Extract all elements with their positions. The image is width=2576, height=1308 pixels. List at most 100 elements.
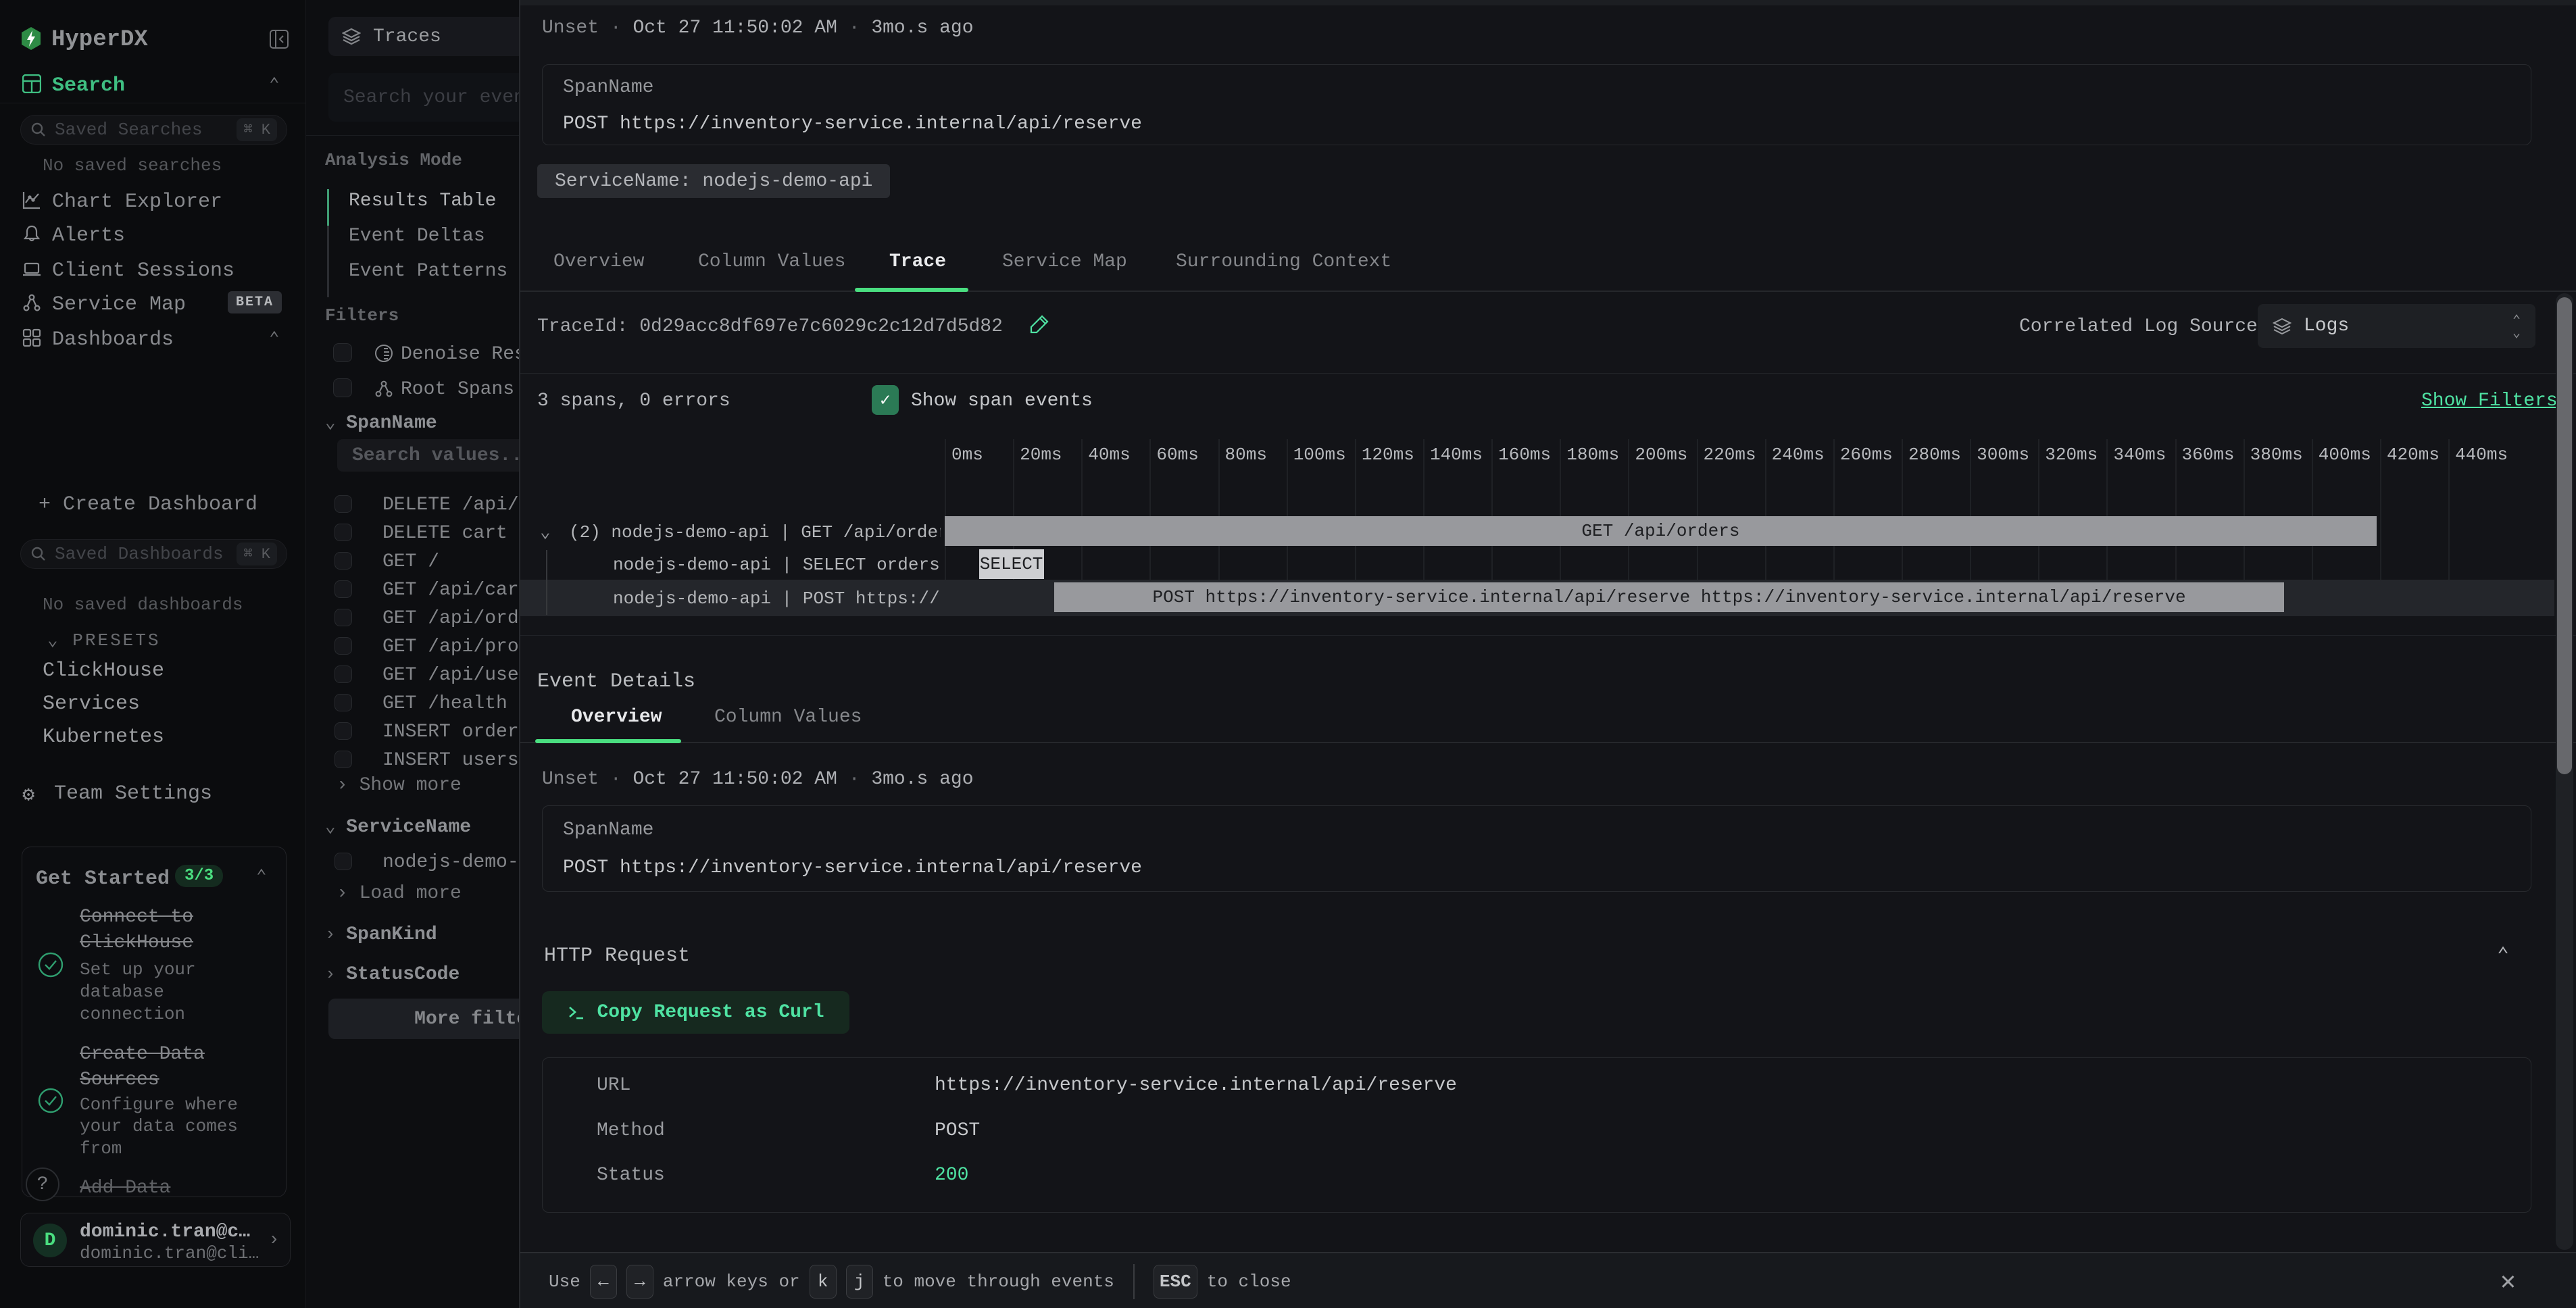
tab-details-column-values[interactable]: Column Values — [714, 707, 862, 728]
value-checkbox[interactable] — [335, 524, 352, 541]
service-tag[interactable]: ServiceName: nodejs-demo-api — [537, 164, 890, 198]
span-name-search-input[interactable]: Search values... — [337, 439, 519, 472]
tab-details-overview[interactable]: Overview — [571, 707, 662, 728]
filter-value-row[interactable]: INSERT users — [306, 747, 519, 775]
chevron-up-icon[interactable]: ⌃ — [269, 74, 280, 95]
span-bar-post-reserve[interactable]: POST https://inventory-service.internal/… — [1054, 582, 2285, 612]
filter-value-row[interactable]: GET /api/orders — [306, 605, 519, 633]
chevron-up-icon[interactable]: ⌃ — [256, 866, 267, 887]
log-source-select[interactable]: Logs ⌃⌃ — [2258, 304, 2535, 348]
mode-event-deltas[interactable]: Event Deltas — [349, 226, 485, 247]
scrollbar-thumb[interactable] — [2557, 297, 2572, 774]
layers-icon — [2273, 317, 2292, 336]
arrow-left-key: ← — [590, 1265, 617, 1299]
value-checkbox[interactable] — [335, 694, 352, 711]
value-checkbox[interactable] — [335, 495, 352, 513]
beta-badge: BETA — [228, 291, 282, 313]
shortcut-badge: ⌘ K — [237, 543, 277, 565]
service-checkbox[interactable] — [335, 853, 352, 870]
span-bar-get-orders[interactable]: GET /api/orders — [945, 516, 2377, 546]
sidebar-item-service-map[interactable]: Service Map — [52, 293, 186, 316]
collapse-sidebar-icon[interactable] — [270, 30, 289, 52]
copy-curl-button[interactable]: Copy Request as Curl — [542, 991, 849, 1034]
value-checkbox[interactable] — [335, 637, 352, 655]
expand-chevron-icon[interactable]: ⌄ — [540, 522, 551, 543]
saved-searches-input[interactable]: Saved Searches ⌘ K — [20, 115, 287, 145]
root-spans-checkbox[interactable] — [333, 378, 352, 397]
filter-value-row[interactable]: GET /health — [306, 690, 519, 718]
sidebar-item-chart-explorer[interactable]: Chart Explorer — [52, 191, 222, 213]
help-icon[interactable]: ? — [26, 1167, 59, 1201]
value-label: GET /health — [382, 693, 507, 714]
span-row-label[interactable]: nodejs-demo-api | POST https://invento — [613, 588, 941, 609]
sidebar-item-team-settings[interactable]: Team Settings — [54, 782, 212, 805]
filter-value-row[interactable]: GET /api/users — [306, 661, 519, 690]
value-checkbox[interactable] — [335, 552, 352, 570]
event-search-input[interactable]: Search your event — [328, 73, 519, 122]
filter-value-row[interactable]: DELETE /api/cart — [306, 491, 519, 520]
tab-overview[interactable]: Overview — [553, 251, 644, 272]
preset-clickhouse[interactable]: ClickHouse — [43, 659, 164, 682]
span-row-label[interactable]: (2) nodejs-demo-api | GET /api/orders — [569, 522, 941, 543]
collapse-section-icon[interactable]: ⌃ — [2497, 943, 2509, 968]
footer-text: to close — [1207, 1272, 1291, 1292]
preset-kubernetes[interactable]: Kubernetes — [43, 726, 164, 749]
value-checkbox[interactable] — [335, 665, 352, 683]
value-checkbox[interactable] — [335, 722, 352, 740]
value-checkbox[interactable] — [335, 580, 352, 598]
show-more-link[interactable]: › Show more — [337, 775, 462, 796]
search-icon — [30, 122, 47, 138]
sidebar-item-client-sessions[interactable]: Client Sessions — [52, 259, 234, 282]
close-icon[interactable]: ✕ — [2500, 1265, 2516, 1297]
source-selector[interactable]: Traces — [328, 17, 519, 56]
create-dashboard-button[interactable]: + Create Dashboard — [39, 493, 257, 516]
tab-service-map[interactable]: Service Map — [1002, 251, 1127, 272]
tab-trace[interactable]: Trace — [889, 251, 946, 272]
saved-dashboards-input[interactable]: Saved Dashboards ⌘ K — [20, 539, 287, 569]
step-title: Add Data — [80, 1178, 170, 1199]
preset-services[interactable]: Services — [43, 693, 140, 715]
presets-toggle[interactable]: ⌄ PRESETS — [47, 630, 160, 651]
group-span-kind[interactable]: › SpanKind — [325, 924, 437, 945]
step-desc: connection — [80, 1004, 185, 1024]
copy-curl-label: Copy Request as Curl — [597, 1002, 824, 1023]
span-row-label[interactable]: nodejs-demo-api | SELECT orders — [613, 555, 940, 575]
show-span-events-checkbox[interactable]: ✓ — [872, 385, 899, 415]
group-status-code[interactable]: › StatusCode — [325, 964, 460, 985]
chevron-right-icon: › — [325, 924, 346, 945]
denoise-label[interactable]: Denoise Results — [401, 344, 519, 365]
get-started-card: Get Started 3/3 ⌃ Connect to ClickHouse … — [22, 847, 287, 1197]
sidebar-item-search[interactable]: Search — [52, 74, 125, 97]
user-card[interactable]: D dominic.tran@c… dominic.tran@cli… › — [20, 1213, 291, 1267]
filter-value-row[interactable]: GET /api/cart — [306, 576, 519, 605]
value-checkbox[interactable] — [335, 609, 352, 626]
show-filters-link[interactable]: Show Filters — [2421, 391, 2558, 411]
sidebar-item-alerts[interactable]: Alerts — [52, 224, 125, 247]
chevron-up-icon[interactable]: ⌃ — [269, 328, 280, 349]
value-label: INSERT users — [382, 750, 519, 771]
tab-surrounding-context[interactable]: Surrounding Context — [1176, 251, 1391, 272]
group-service-name[interactable]: ⌄ ServiceName — [325, 816, 471, 838]
show-span-events-label[interactable]: Show span events — [911, 391, 1093, 411]
load-more-link[interactable]: › Load more — [337, 883, 462, 904]
service-value-label[interactable]: nodejs-demo-api — [382, 852, 519, 873]
denoise-checkbox[interactable] — [333, 343, 352, 362]
analysis-mode-label: Analysis Mode — [325, 150, 462, 170]
scrollbar-track[interactable] — [2556, 293, 2573, 1250]
sidebar-item-dashboards[interactable]: Dashboards — [52, 328, 174, 351]
group-span-name[interactable]: ⌄ SpanName — [325, 412, 437, 434]
mode-event-patterns[interactable]: Event Patterns — [349, 261, 507, 282]
span-bar-select-orders[interactable]: SELECT — [979, 549, 1044, 579]
more-filters-button[interactable]: More filters — [328, 999, 519, 1039]
active-tab-underline — [535, 739, 681, 743]
user-name: dominic.tran@c… — [80, 1222, 250, 1242]
filter-value-row[interactable]: GET /api/product — [306, 633, 519, 661]
filter-value-row[interactable]: GET / — [306, 548, 519, 576]
value-checkbox[interactable] — [335, 751, 352, 768]
root-spans-label[interactable]: Root Spans Only — [401, 379, 519, 400]
filter-value-row[interactable]: INSERT orders — [306, 718, 519, 747]
edit-pencil-icon[interactable] — [1027, 312, 1051, 340]
mode-results-table[interactable]: Results Table — [349, 191, 496, 211]
tab-column-values[interactable]: Column Values — [698, 251, 845, 272]
filter-value-row[interactable]: DELETE cart — [306, 520, 519, 548]
